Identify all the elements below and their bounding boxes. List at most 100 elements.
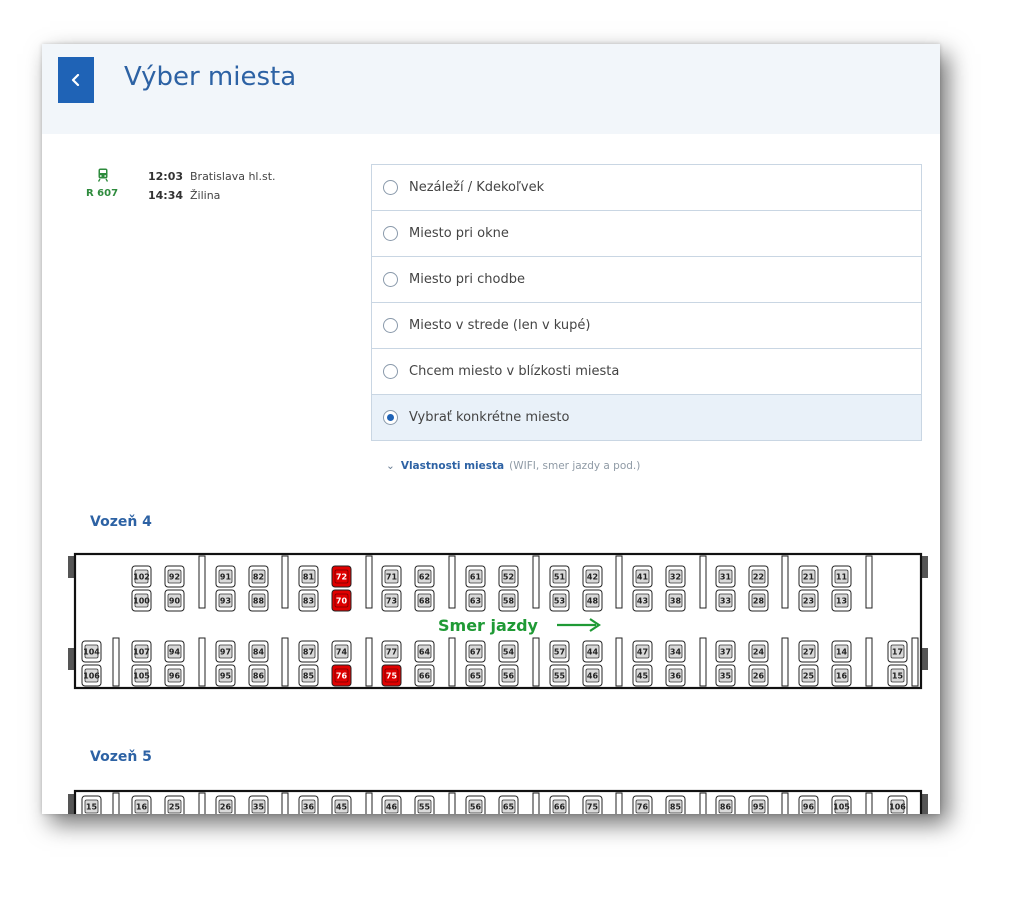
seat-57[interactable]: 57: [549, 640, 570, 663]
option-middle-seat[interactable]: Miesto v strede (len v kupé): [372, 303, 921, 349]
seat-95[interactable]: 95: [215, 664, 236, 687]
seat-38[interactable]: 38: [665, 589, 686, 612]
seat-66[interactable]: 66: [549, 795, 570, 814]
seat-44[interactable]: 44: [582, 640, 603, 663]
seat-properties-toggle[interactable]: ⌄ Vlastnosti miesta (WIFI, smer jazdy a po…: [386, 460, 640, 472]
seat-56[interactable]: 56: [465, 795, 486, 814]
seat-15[interactable]: 15: [887, 664, 908, 687]
seat-65[interactable]: 65: [498, 795, 519, 814]
radio-button[interactable]: [383, 272, 398, 287]
seat-45[interactable]: 45: [632, 664, 653, 687]
seat-36[interactable]: 36: [665, 664, 686, 687]
seat-43[interactable]: 43: [632, 589, 653, 612]
seat-73[interactable]: 73: [381, 589, 402, 612]
seat-82[interactable]: 82: [248, 565, 269, 588]
radio-button[interactable]: [383, 364, 398, 379]
seat-96[interactable]: 96: [164, 664, 185, 687]
seat-14[interactable]: 14: [831, 640, 852, 663]
seat-76[interactable]: 76: [331, 664, 352, 687]
seat-36[interactable]: 36: [298, 795, 319, 814]
seat-107[interactable]: 107: [131, 640, 152, 663]
seat-97[interactable]: 97: [215, 640, 236, 663]
seat-106[interactable]: 106: [81, 664, 102, 687]
seat-25[interactable]: 25: [164, 795, 185, 814]
seat-58[interactable]: 58: [498, 589, 519, 612]
seat-37[interactable]: 37: [715, 640, 736, 663]
seat-25[interactable]: 25: [798, 664, 819, 687]
seat-87[interactable]: 87: [298, 640, 319, 663]
seat-70[interactable]: 70: [331, 589, 352, 612]
seat-26[interactable]: 26: [748, 664, 769, 687]
seat-35[interactable]: 35: [248, 795, 269, 814]
seat-76[interactable]: 76: [632, 795, 653, 814]
seat-53[interactable]: 53: [549, 589, 570, 612]
seat-95[interactable]: 95: [748, 795, 769, 814]
seat-77[interactable]: 77: [381, 640, 402, 663]
seat-45[interactable]: 45: [331, 795, 352, 814]
seat-90[interactable]: 90: [164, 589, 185, 612]
seat-33[interactable]: 33: [715, 589, 736, 612]
seat-64[interactable]: 64: [414, 640, 435, 663]
seat-67[interactable]: 67: [465, 640, 486, 663]
seat-34[interactable]: 34: [665, 640, 686, 663]
seat-88[interactable]: 88: [248, 589, 269, 612]
option-any-seat[interactable]: Nezáleží / Kdekoľvek: [372, 165, 921, 211]
seat-56[interactable]: 56: [498, 664, 519, 687]
seat-61[interactable]: 61: [465, 565, 486, 588]
seat-properties-link[interactable]: Vlastnosti miesta: [401, 460, 504, 472]
radio-button[interactable]: [383, 318, 398, 333]
seat-100[interactable]: 100: [131, 589, 152, 612]
seat-28[interactable]: 28: [748, 589, 769, 612]
seat-85[interactable]: 85: [298, 664, 319, 687]
radio-button[interactable]: [383, 180, 398, 195]
seat-62[interactable]: 62: [414, 565, 435, 588]
seat-31[interactable]: 31: [715, 565, 736, 588]
seat-92[interactable]: 92: [164, 565, 185, 588]
seat-83[interactable]: 83: [298, 589, 319, 612]
seat-51[interactable]: 51: [549, 565, 570, 588]
option-aisle-seat[interactable]: Miesto pri chodbe: [372, 257, 921, 303]
seat-65[interactable]: 65: [465, 664, 486, 687]
seat-72[interactable]: 72: [331, 565, 352, 588]
seat-84[interactable]: 84: [248, 640, 269, 663]
seat-21[interactable]: 21: [798, 565, 819, 588]
seat-22[interactable]: 22: [748, 565, 769, 588]
seat-13[interactable]: 13: [831, 589, 852, 612]
seat-86[interactable]: 86: [715, 795, 736, 814]
seat-54[interactable]: 54: [498, 640, 519, 663]
seat-93[interactable]: 93: [215, 589, 236, 612]
radio-button-selected[interactable]: [383, 410, 398, 425]
seat-71[interactable]: 71: [381, 565, 402, 588]
seat-24[interactable]: 24: [748, 640, 769, 663]
seat-55[interactable]: 55: [549, 664, 570, 687]
seat-75[interactable]: 75: [381, 664, 402, 687]
seat-94[interactable]: 94: [164, 640, 185, 663]
seat-52[interactable]: 52: [498, 565, 519, 588]
option-specific-seat[interactable]: Vybrať konkrétne miesto: [372, 395, 921, 441]
seat-66[interactable]: 66: [414, 664, 435, 687]
seat-96[interactable]: 96: [798, 795, 819, 814]
seat-105[interactable]: 105: [131, 664, 152, 687]
seat-41[interactable]: 41: [632, 565, 653, 588]
seat-102[interactable]: 102: [131, 565, 152, 588]
seat-27[interactable]: 27: [798, 640, 819, 663]
seat-32[interactable]: 32: [665, 565, 686, 588]
seat-105[interactable]: 105: [831, 795, 852, 814]
seat-74[interactable]: 74: [331, 640, 352, 663]
seat-35[interactable]: 35: [715, 664, 736, 687]
seat-46[interactable]: 46: [582, 664, 603, 687]
seat-42[interactable]: 42: [582, 565, 603, 588]
back-button[interactable]: [58, 57, 94, 103]
seat-47[interactable]: 47: [632, 640, 653, 663]
radio-button[interactable]: [383, 226, 398, 241]
seat-75[interactable]: 75: [582, 795, 603, 814]
seat-68[interactable]: 68: [414, 589, 435, 612]
seat-104[interactable]: 104: [81, 640, 102, 663]
seat-16[interactable]: 16: [831, 664, 852, 687]
seat-55[interactable]: 55: [414, 795, 435, 814]
seat-63[interactable]: 63: [465, 589, 486, 612]
seat-11[interactable]: 11: [831, 565, 852, 588]
seat-23[interactable]: 23: [798, 589, 819, 612]
option-window-seat[interactable]: Miesto pri okne: [372, 211, 921, 257]
seat-85[interactable]: 85: [665, 795, 686, 814]
